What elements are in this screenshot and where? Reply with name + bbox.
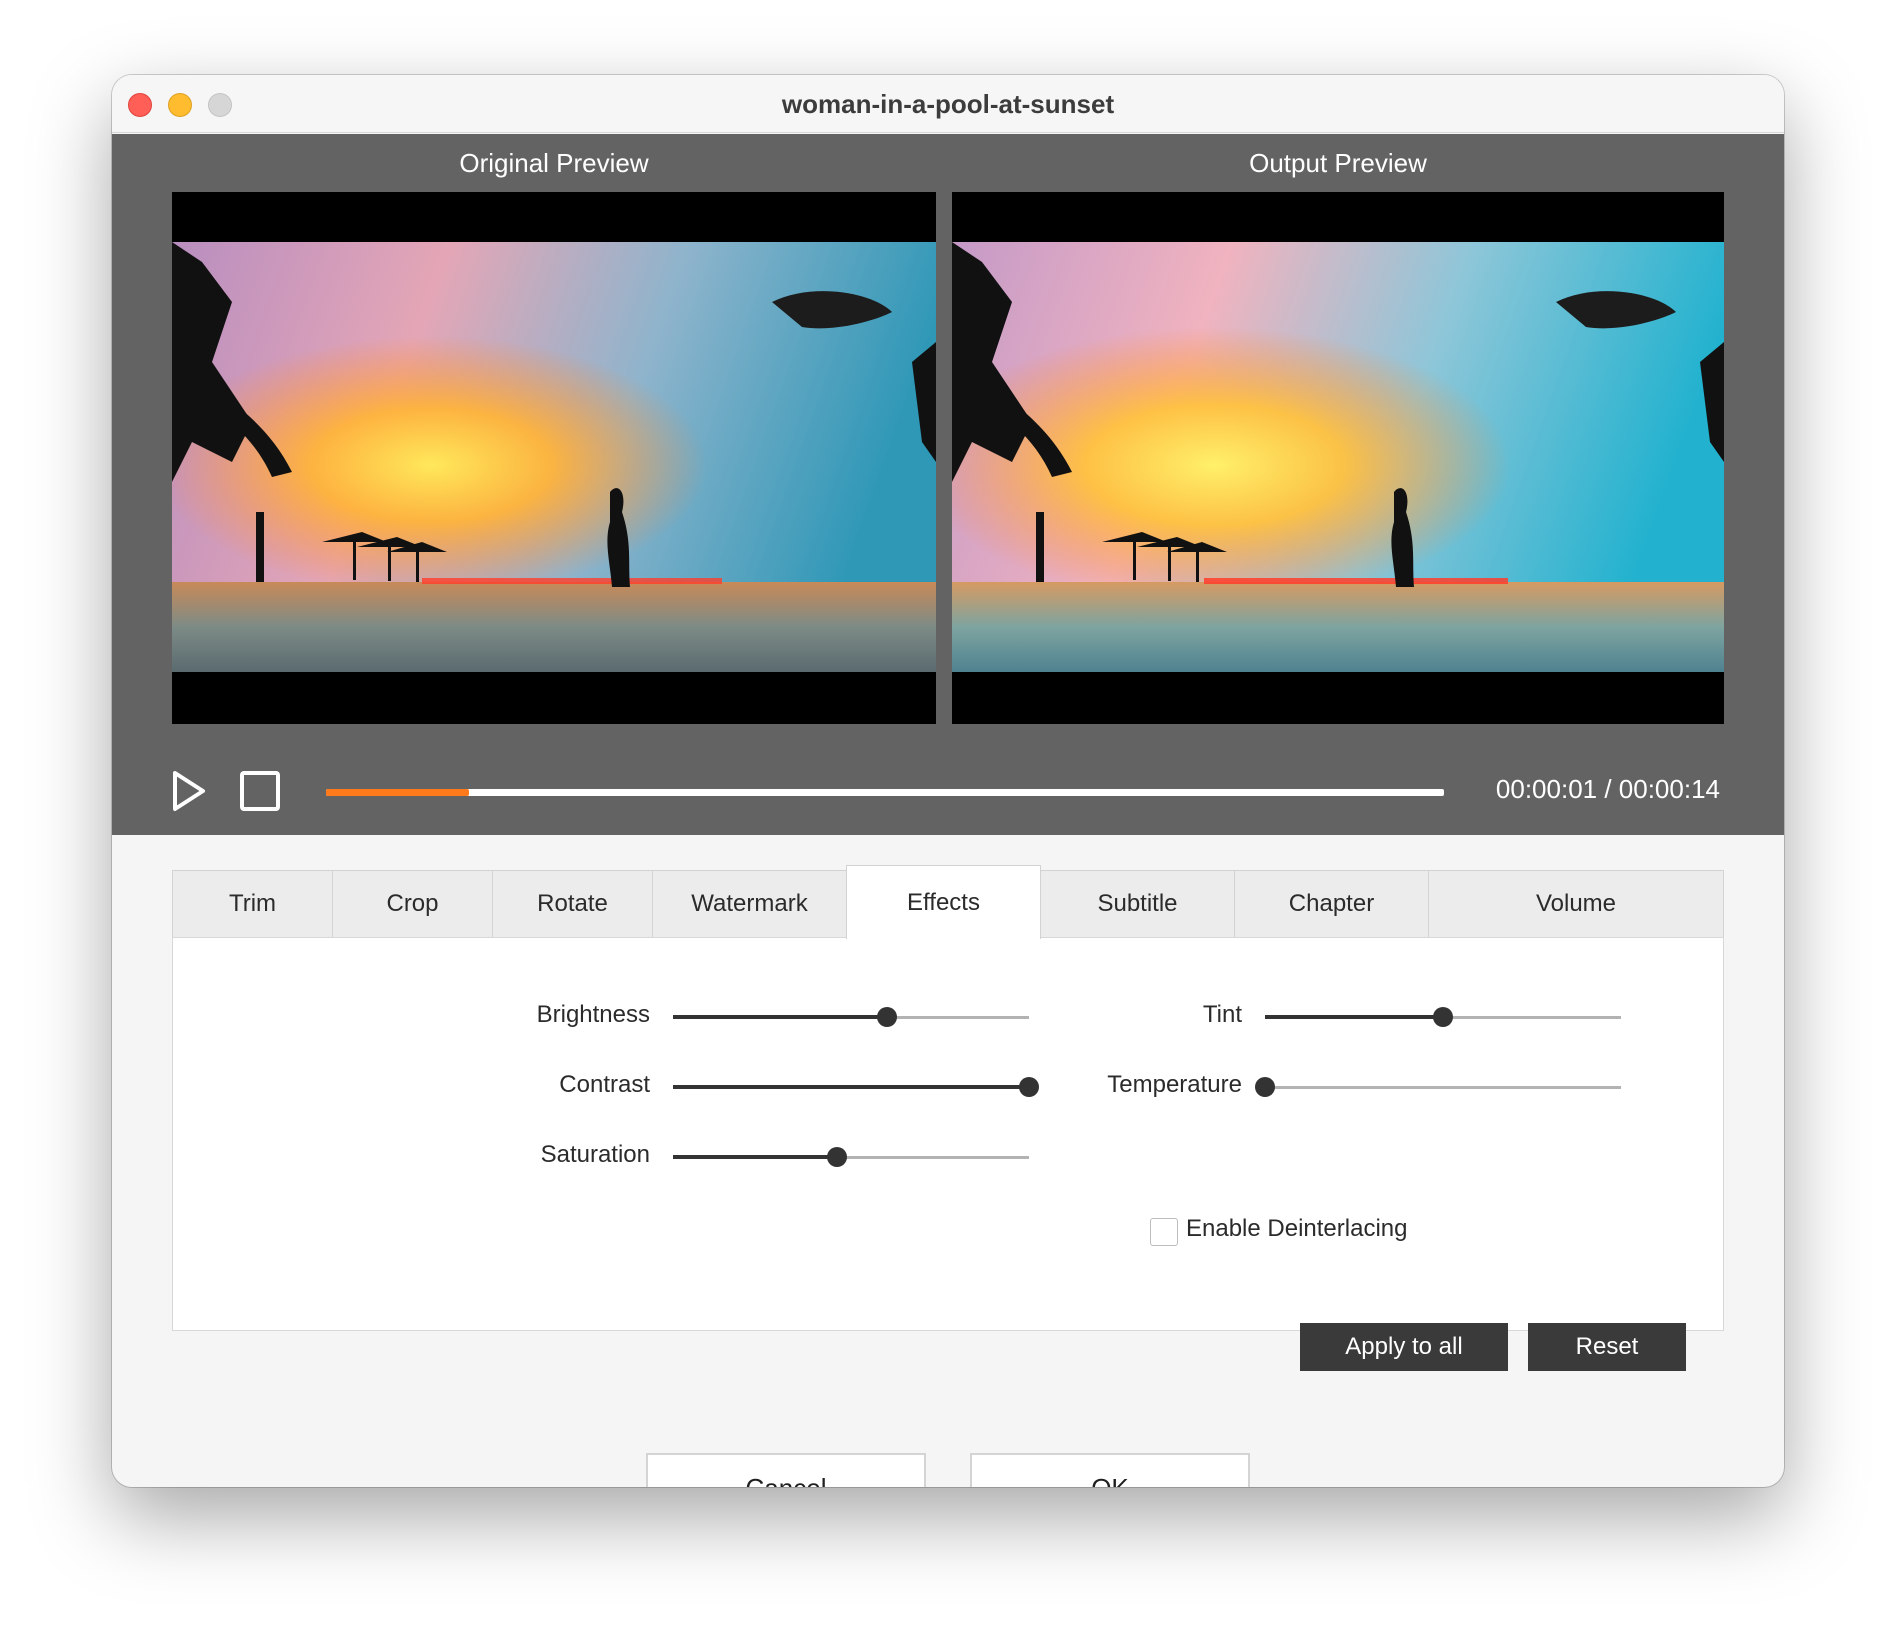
temperature-label: Temperature [1107, 1071, 1242, 1098]
apply-to-all-button[interactable]: Apply to all [1300, 1323, 1508, 1371]
playback-time: 00:00:01 / 00:00:14 [1495, 774, 1720, 804]
tint-slider[interactable] [1265, 1007, 1621, 1027]
temperature-slider-knob[interactable] [1255, 1077, 1275, 1097]
tab-trim[interactable]: Trim [172, 870, 333, 938]
saturation-label: Saturation [540, 1141, 650, 1168]
temperature-slider[interactable] [1255, 1077, 1621, 1097]
saturation-slider-knob[interactable] [826, 1147, 847, 1167]
brightness-label: Brightness [536, 1001, 650, 1028]
saturation-slider[interactable] [673, 1147, 1029, 1167]
contrast-label: Contrast [559, 1071, 650, 1098]
original-preview-label: Original Preview [459, 148, 649, 178]
tab-chapter[interactable]: Chapter [1234, 870, 1429, 938]
cancel-button[interactable]: Cancel [646, 1453, 926, 1487]
tab-subtitle[interactable]: Subtitle [1040, 870, 1235, 938]
window-title: woman-in-a-pool-at-sunset [781, 89, 1115, 119]
output-preview-label: Output Preview [1249, 148, 1427, 178]
effects-panel [172, 937, 1724, 1331]
title-bar: woman-in-a-pool-at-sunset [112, 75, 1784, 133]
preview-area: Original Preview Output Preview 00:00:01… [112, 134, 1784, 835]
playback-progress-fill [326, 789, 470, 796]
playback-controls: 00:00:01 / 00:00:14 [112, 734, 1784, 834]
editor-tabs: Trim Crop Rotate Watermark Effects Subti… [172, 865, 1724, 939]
output-preview-video [952, 192, 1724, 724]
video-frame-sunset-output [952, 242, 1724, 672]
reset-button[interactable]: Reset [1528, 1323, 1686, 1371]
ok-button[interactable]: OK [970, 1453, 1250, 1487]
tab-effects[interactable]: Effects [846, 865, 1041, 939]
tab-watermark[interactable]: Watermark [652, 870, 847, 938]
brightness-slider[interactable] [673, 1007, 1029, 1027]
original-preview-video [172, 192, 936, 724]
contrast-slider[interactable] [673, 1077, 1039, 1097]
stop-icon[interactable] [240, 771, 280, 811]
video-editor-window: woman-in-a-pool-at-sunset Original Previ… [112, 75, 1784, 1487]
playback-progress-bar[interactable] [326, 789, 1444, 796]
tint-label: Tint [1202, 1001, 1242, 1028]
tab-volume[interactable]: Volume [1428, 870, 1724, 938]
tab-rotate[interactable]: Rotate [492, 870, 653, 938]
brightness-slider-knob[interactable] [876, 1007, 897, 1027]
video-frame-sunset-original [172, 242, 936, 672]
tab-crop[interactable]: Crop [332, 870, 493, 938]
deinterlacing-label[interactable]: Enable Deinterlacing [1186, 1215, 1407, 1243]
deinterlacing-checkbox[interactable] [1150, 1218, 1178, 1246]
play-icon[interactable] [172, 770, 206, 812]
tint-slider-knob[interactable] [1433, 1007, 1453, 1027]
